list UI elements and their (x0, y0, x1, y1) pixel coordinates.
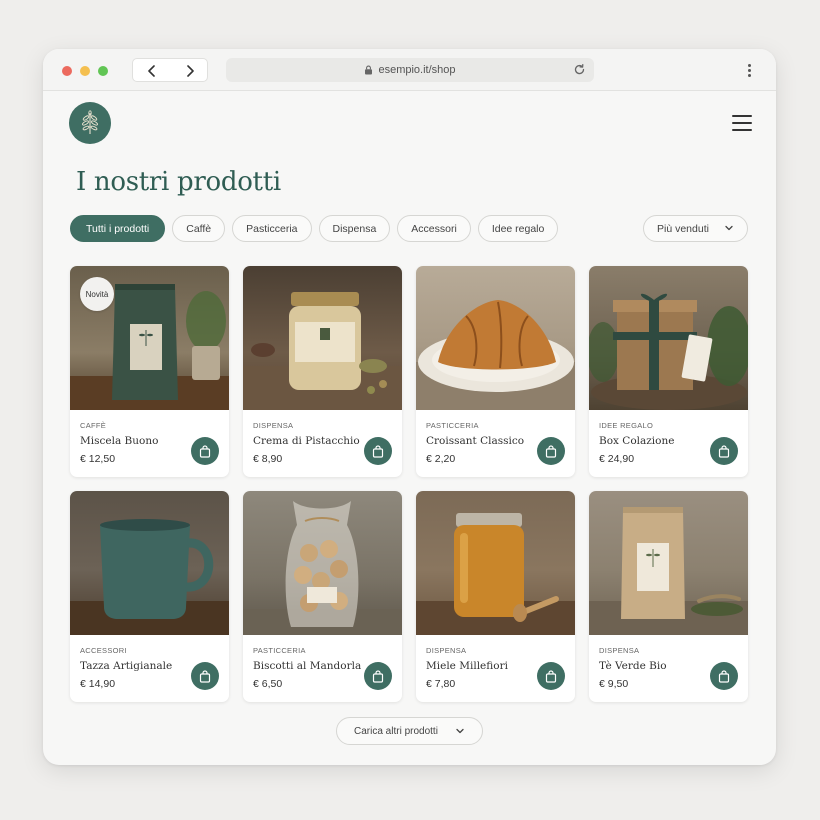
url-text: esempio.it/shop (378, 64, 456, 76)
product-image-honey-jar (416, 491, 575, 635)
browser-window: esempio.it/shop I nostri prodotti Tutti … (43, 49, 776, 765)
product-category: CAFFÈ (80, 421, 107, 430)
product-category: PASTICCERIA (253, 646, 306, 655)
product-card[interactable]: ACCESSORI Tazza Artigianale € 14,90 (70, 491, 229, 702)
shop-page: I nostri prodotti Tutti i prodotti Caffè… (43, 91, 776, 765)
chevron-down-icon (455, 727, 465, 735)
sort-dropdown[interactable]: Più venduti (643, 215, 748, 242)
product-category: IDEE REGALO (599, 421, 654, 430)
product-card[interactable]: Novità CAFFÈ Miscela Buono € 12,50 (70, 266, 229, 477)
shopping-bag-icon (718, 669, 730, 683)
chevron-right-icon (187, 65, 194, 77)
reload-icon[interactable] (573, 63, 586, 76)
shopping-bag-icon (545, 444, 557, 458)
add-to-cart-button[interactable] (537, 662, 565, 690)
product-image-almond-biscuits (243, 491, 402, 635)
filter-dispensa[interactable]: Dispensa (318, 215, 391, 242)
browser-menu-icon[interactable] (748, 64, 751, 77)
product-category: DISPENSA (253, 421, 294, 430)
close-window-button[interactable] (62, 66, 72, 76)
new-badge: Novità (80, 277, 114, 311)
add-to-cart-button[interactable] (191, 437, 219, 465)
minimize-window-button[interactable] (80, 66, 90, 76)
olive-branch-icon (82, 110, 98, 135)
navigation-buttons (132, 58, 208, 82)
sort-selected-value: Più venduti (657, 222, 709, 235)
product-category: DISPENSA (599, 646, 640, 655)
product-category: PASTICCERIA (426, 421, 479, 430)
chevron-down-icon (724, 224, 734, 232)
product-image-tea-bag (589, 491, 748, 635)
filter-pasticceria[interactable]: Pasticceria (232, 215, 312, 242)
chevron-left-icon (148, 65, 155, 77)
filter-all[interactable]: Tutti i prodotti (70, 215, 166, 242)
back-button[interactable] (133, 59, 171, 83)
shopping-bag-icon (545, 669, 557, 683)
brand-logo[interactable] (69, 102, 111, 144)
product-card[interactable]: DISPENSA Crema di Pistacchio € 8,90 (243, 266, 402, 477)
product-image-coffee-bag: Novità (70, 266, 229, 410)
product-category: DISPENSA (426, 646, 467, 655)
menu-icon[interactable] (732, 115, 752, 131)
page-title: I nostri prodotti (76, 167, 281, 197)
load-more-button[interactable]: Carica altri prodotti (336, 717, 483, 745)
add-to-cart-button[interactable] (191, 662, 219, 690)
product-category: ACCESSORI (80, 646, 127, 655)
lock-icon (364, 65, 373, 75)
add-to-cart-button[interactable] (364, 662, 392, 690)
browser-toolbar: esempio.it/shop (43, 49, 776, 91)
address-bar[interactable]: esempio.it/shop (226, 58, 594, 82)
shopping-bag-icon (199, 669, 211, 683)
shopping-bag-icon (718, 444, 730, 458)
product-card[interactable]: IDEE REGALO Box Colazione € 24,90 (589, 266, 748, 477)
product-image-ceramic-mug (70, 491, 229, 635)
add-to-cart-button[interactable] (364, 437, 392, 465)
shopping-bag-icon (372, 669, 384, 683)
maximize-window-button[interactable] (98, 66, 108, 76)
filter-accessori[interactable]: Accessori (397, 215, 471, 242)
add-to-cart-button[interactable] (537, 437, 565, 465)
product-image-croissant (416, 266, 575, 410)
load-more-label: Carica altri prodotti (354, 725, 438, 737)
product-grid: Novità CAFFÈ Miscela Buono € 12,50 DISPE… (70, 266, 748, 702)
product-card[interactable]: PASTICCERIA Croissant Classico € 2,20 (416, 266, 575, 477)
filter-caffe[interactable]: Caffè (172, 215, 226, 242)
shopping-bag-icon (372, 444, 384, 458)
category-filters: Tutti i prodotti Caffè Pasticceria Dispe… (70, 215, 559, 242)
shopping-bag-icon (199, 444, 211, 458)
product-image-gift-box (589, 266, 748, 410)
forward-button[interactable] (171, 59, 209, 83)
add-to-cart-button[interactable] (710, 437, 738, 465)
product-image-pistachio-jar (243, 266, 402, 410)
product-card[interactable]: PASTICCERIA Biscotti al Mandorla € 6,50 (243, 491, 402, 702)
add-to-cart-button[interactable] (710, 662, 738, 690)
filter-idee-regalo[interactable]: Idee regalo (477, 215, 559, 242)
product-card[interactable]: DISPENSA Tè Verde Bio € 9,50 (589, 491, 748, 702)
product-card[interactable]: DISPENSA Miele Millefiori € 7,80 (416, 491, 575, 702)
